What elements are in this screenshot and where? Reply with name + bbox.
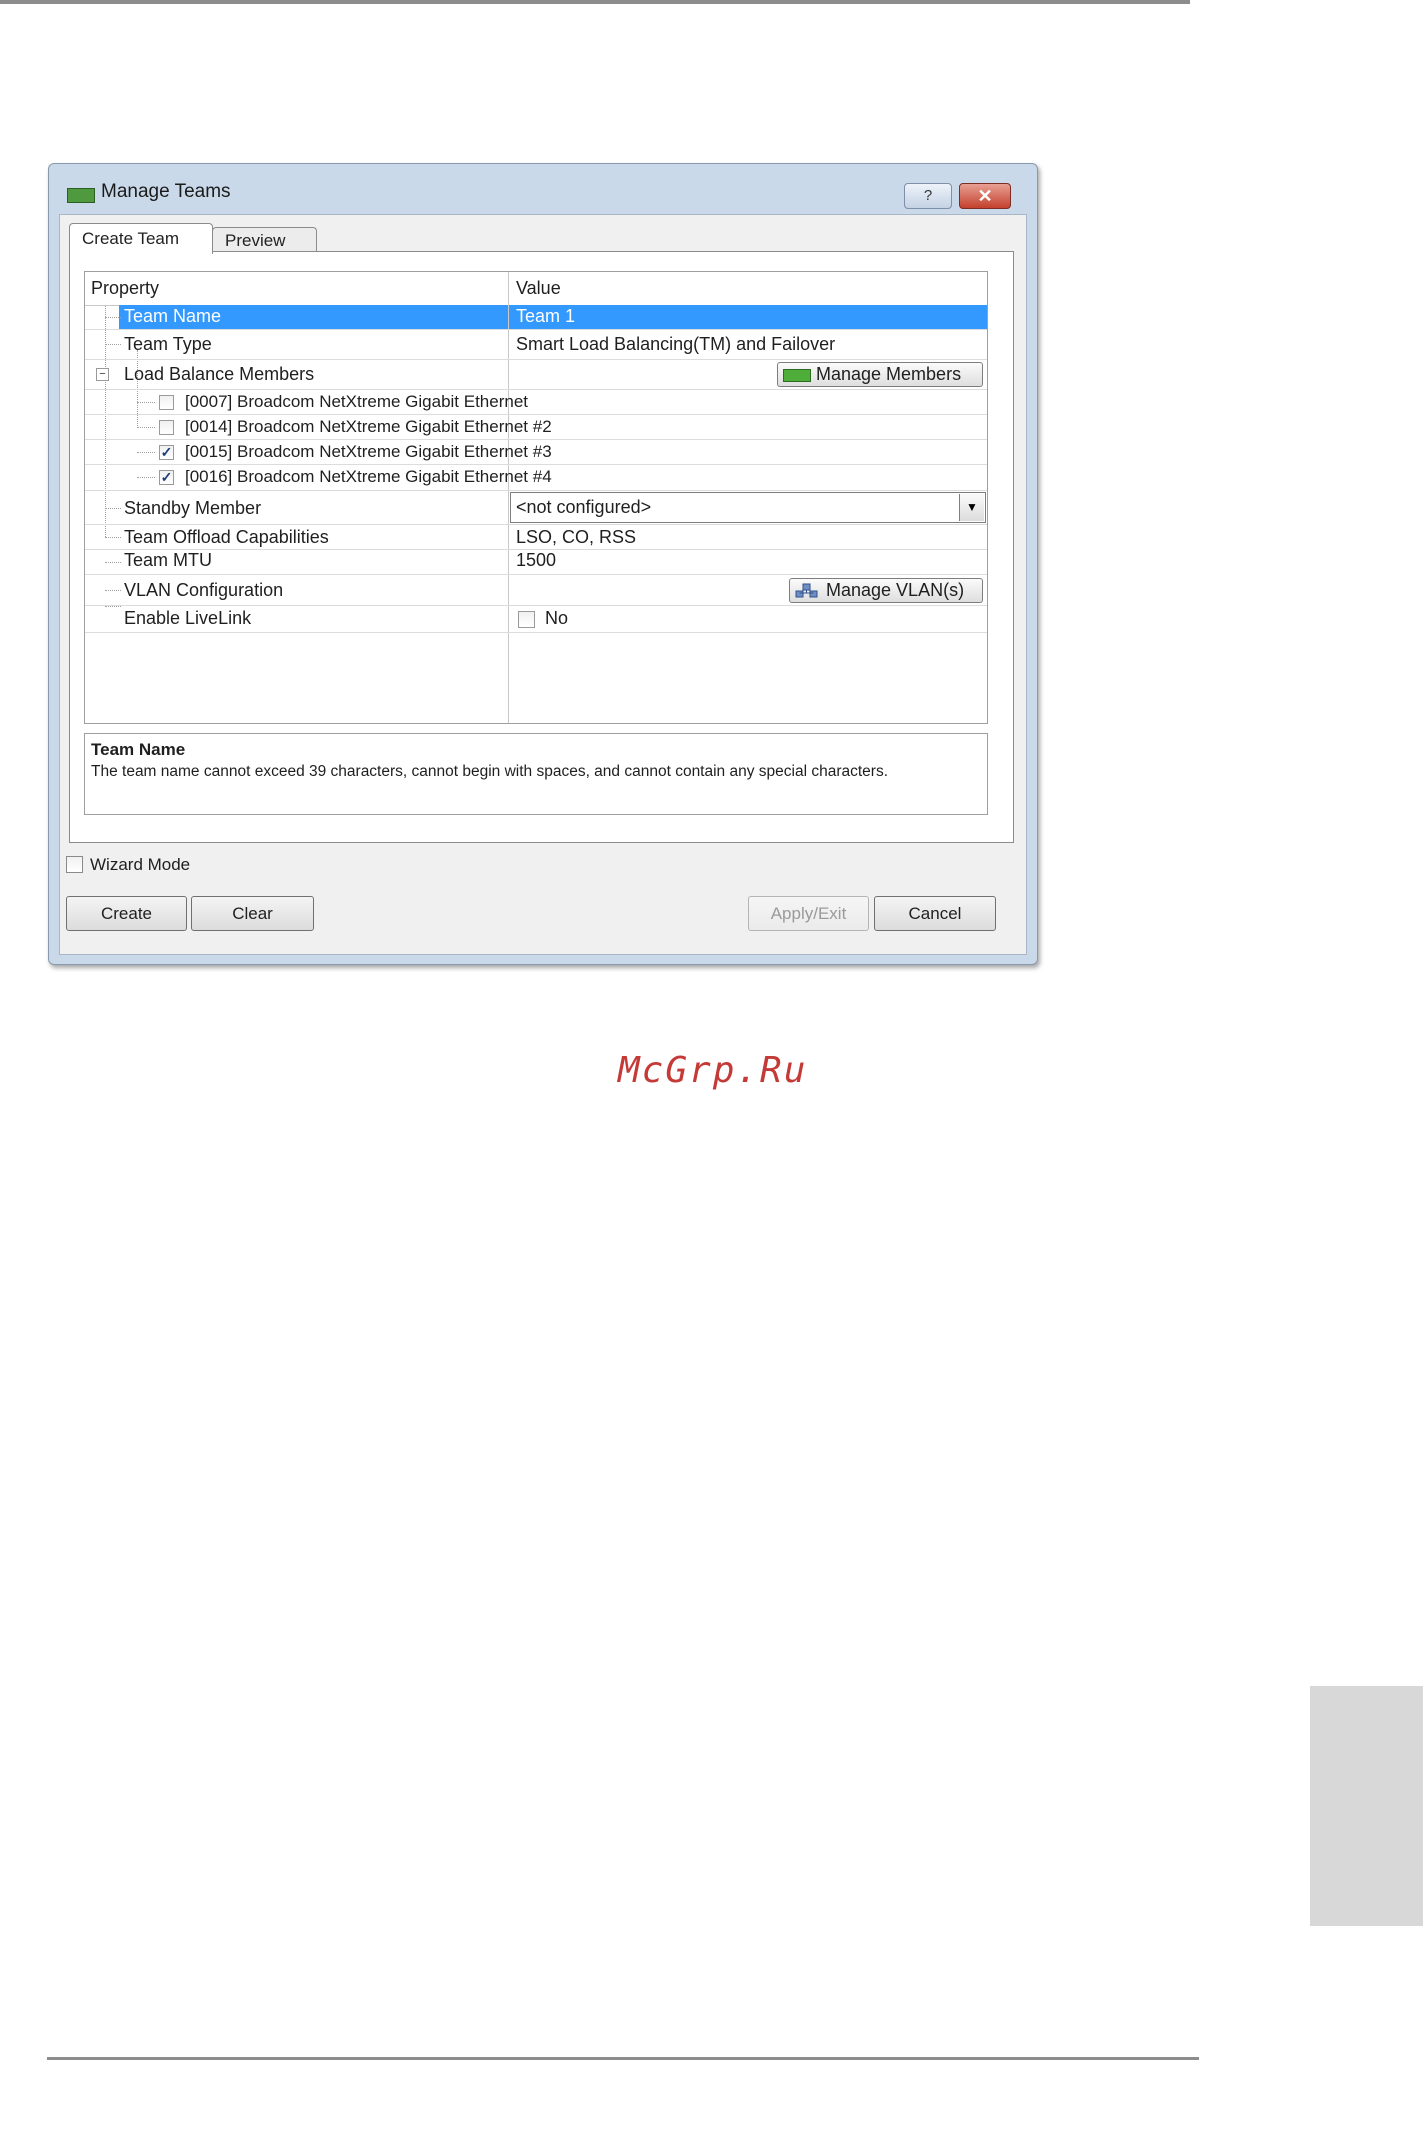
team-name-value[interactable]: Team 1 — [516, 306, 575, 327]
standby-label: Standby Member — [124, 498, 262, 518]
offload-value: LSO, CO, RSS — [516, 527, 637, 547]
manage-members-label: Manage Members — [816, 364, 962, 384]
manage-vlans-button[interactable]: Manage VLAN(s) — [789, 578, 983, 603]
row-enable-livelink[interactable]: Enable LiveLink No — [85, 606, 987, 632]
tree-branch — [105, 606, 121, 608]
column-header-property[interactable]: Property — [91, 272, 159, 305]
property-grid: Property Value Team Name Team 1 Team Typ… — [84, 271, 988, 724]
tree-branch — [137, 427, 155, 429]
column-header-value[interactable]: Value — [516, 272, 561, 305]
tab-create-team[interactable]: Create Team — [69, 223, 213, 254]
load-balance-label: Load Balance Members — [124, 364, 315, 384]
tree-branch — [105, 590, 121, 592]
member-checkbox-checked[interactable]: ✓ — [159, 470, 174, 485]
team-name-label: Team Name — [124, 306, 222, 326]
create-team-page: Property Value Team Name Team 1 Team Typ… — [69, 251, 1014, 843]
collapse-icon[interactable]: − — [96, 368, 109, 381]
tree-branch — [105, 317, 121, 319]
manage-teams-dialog: Manage Teams ? ✕ Create Team Preview Pro… — [48, 163, 1038, 965]
row-team-name[interactable]: Team Name Team 1 — [85, 305, 987, 330]
apply-exit-button[interactable]: Apply/Exit — [748, 896, 869, 931]
bottom-rule — [47, 2057, 1199, 2060]
member-checkbox[interactable] — [159, 420, 174, 435]
wizard-mode-checkbox[interactable] — [66, 856, 83, 873]
tree-branch — [137, 477, 155, 479]
tree-branch — [137, 402, 155, 404]
description-title: Team Name — [91, 740, 186, 759]
page-side-tab — [1310, 1686, 1423, 1926]
dropdown-arrow-icon[interactable]: ▼ — [959, 494, 984, 521]
member-row[interactable]: ✓ [0016] Broadcom NetXtreme Gigabit Ethe… — [85, 465, 987, 491]
standby-member-value: <not configured> — [516, 497, 652, 517]
tree-branch — [137, 452, 155, 454]
tree-branch — [105, 537, 121, 539]
member-label: [0014] Broadcom NetXtreme Gigabit Ethern… — [185, 417, 552, 436]
mtu-label: Team MTU — [124, 550, 213, 570]
team-type-label: Team Type — [124, 334, 212, 354]
dialog-title: Manage Teams — [101, 181, 231, 202]
livelink-value: No — [545, 608, 569, 628]
dialog-client-area: Create Team Preview Property Value Team … — [59, 214, 1027, 955]
top-rule — [0, 0, 1190, 4]
wizard-mode-label[interactable]: Wizard Mode — [90, 855, 190, 875]
row-load-balance-members[interactable]: − Load Balance Members Manage Members — [85, 360, 987, 390]
row-offload[interactable]: Team Offload Capabilities LSO, CO, RSS — [85, 525, 987, 550]
cancel-button[interactable]: Cancel — [874, 896, 996, 931]
member-label: [0015] Broadcom NetXtreme Gigabit Ethern… — [185, 442, 552, 461]
livelink-label: Enable LiveLink — [124, 608, 252, 628]
teams-app-icon — [67, 188, 95, 203]
help-button[interactable]: ? — [904, 183, 952, 209]
network-adapter-icon — [783, 369, 811, 382]
tree-branch — [105, 344, 121, 346]
livelink-checkbox[interactable] — [518, 611, 535, 628]
row-standby-member[interactable]: Standby Member <not configured> ▼ — [85, 491, 987, 525]
member-checkbox[interactable] — [159, 395, 174, 410]
tree-branch — [105, 562, 121, 564]
clear-button[interactable]: Clear — [191, 896, 314, 931]
offload-label: Team Offload Capabilities — [124, 527, 329, 547]
member-row[interactable]: [0007] Broadcom NetXtreme Gigabit Ethern… — [85, 390, 987, 415]
grid-header: Property Value — [85, 272, 987, 306]
member-row[interactable]: ✓ [0015] Broadcom NetXtreme Gigabit Ethe… — [85, 440, 987, 465]
row-vlan-configuration[interactable]: VLAN Configuration Manage VLAN(s) — [85, 575, 987, 606]
close-button[interactable]: ✕ — [959, 183, 1011, 209]
row-team-mtu[interactable]: Team MTU 1500 — [85, 550, 987, 575]
tree-branch — [105, 508, 121, 510]
manage-vlans-label: Manage VLAN(s) — [826, 580, 965, 600]
watermark-text: McGrp.Ru — [618, 1050, 808, 1091]
standby-member-select[interactable]: <not configured> ▼ — [510, 492, 986, 523]
row-team-type[interactable]: Team Type Smart Load Balancing(TM) and F… — [85, 330, 987, 360]
mtu-value[interactable]: 1500 — [516, 550, 556, 571]
manage-members-button[interactable]: Manage Members — [777, 362, 983, 387]
row-divider — [85, 632, 987, 633]
selection-highlight — [509, 305, 987, 329]
vlan-network-icon — [795, 583, 818, 598]
vlan-label: VLAN Configuration — [124, 580, 284, 600]
member-label: [0007] Broadcom NetXtreme Gigabit Ethern… — [185, 392, 529, 411]
title-bar[interactable]: Manage Teams ? ✕ — [49, 164, 1037, 209]
member-checkbox-checked[interactable]: ✓ — [159, 445, 174, 460]
member-label: [0016] Broadcom NetXtreme Gigabit Ethern… — [185, 467, 552, 486]
description-text: The team name cannot exceed 39 character… — [91, 763, 889, 780]
team-type-value[interactable]: Smart Load Balancing(TM) and Failover — [516, 334, 835, 355]
member-row[interactable]: [0014] Broadcom NetXtreme Gigabit Ethern… — [85, 415, 987, 440]
create-button[interactable]: Create — [66, 896, 187, 931]
description-panel: Team Name The team name cannot exceed 39… — [84, 733, 988, 815]
tab-preview[interactable]: Preview — [212, 227, 317, 252]
